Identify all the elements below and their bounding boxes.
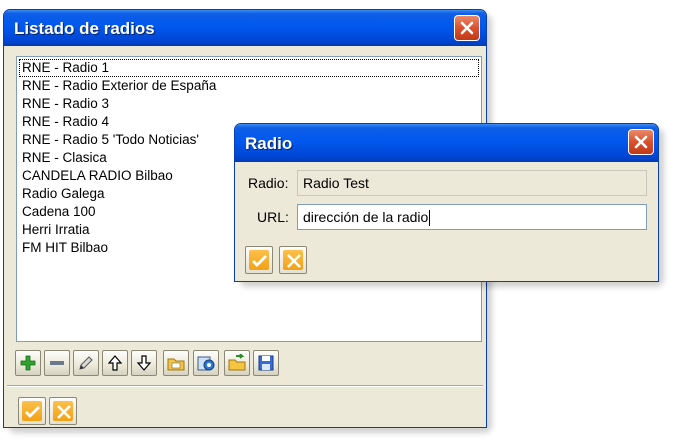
open-folder-button[interactable]: [163, 350, 189, 376]
cross-icon: [287, 254, 301, 268]
radio-list-item[interactable]: RNE - Radio 3: [17, 95, 481, 113]
import-button[interactable]: [193, 350, 219, 376]
add-icon: [20, 355, 36, 371]
check-icon: [252, 255, 267, 267]
dialog-accept-button[interactable]: [245, 246, 273, 274]
title-bar[interactable]: Listado de radios: [4, 10, 486, 46]
accept-button[interactable]: [18, 397, 46, 425]
dialog-title: Radio: [245, 134, 293, 153]
window-title: Listado de radios: [14, 19, 155, 38]
move-up-button[interactable]: [102, 350, 128, 376]
radio-list-item[interactable]: RNE - Radio 1: [19, 59, 479, 77]
close-button[interactable]: [454, 15, 480, 41]
export-icon: [228, 354, 246, 371]
radio-list-item[interactable]: RNE - Radio Exterior de España: [17, 77, 481, 95]
cancel-button[interactable]: [49, 397, 77, 425]
remove-icon: [50, 361, 64, 365]
arrow-down-icon: [136, 355, 152, 371]
close-icon: [460, 21, 474, 35]
export-button[interactable]: [224, 350, 250, 376]
remove-button[interactable]: [44, 350, 70, 376]
dialog-close-button[interactable]: [628, 129, 654, 155]
url-label: URL:: [257, 209, 289, 225]
save-icon: [258, 355, 274, 371]
url-value: dirección de la radio: [303, 209, 429, 225]
save-button[interactable]: [253, 350, 279, 376]
add-button[interactable]: [15, 350, 41, 376]
import-icon: [197, 356, 215, 371]
arrow-up-icon: [107, 355, 123, 371]
dialog-cancel-button[interactable]: [279, 246, 307, 274]
cross-icon: [57, 405, 71, 419]
radio-name-field: Radio Test: [297, 170, 647, 196]
edit-icon: [79, 356, 93, 370]
open-folder-icon: [167, 358, 185, 371]
text-caret: [429, 210, 431, 227]
check-icon: [25, 406, 40, 418]
radio-edit-dialog: Radio Radio: Radio Test URL: dirección d…: [234, 123, 659, 282]
dialog-title-bar[interactable]: Radio: [235, 124, 658, 162]
close-icon: [634, 135, 648, 149]
bottom-divider: [7, 385, 483, 387]
edit-button[interactable]: [73, 350, 99, 376]
radio-name-label: Radio:: [248, 175, 289, 191]
radio-name-value: Radio Test: [303, 175, 369, 191]
move-down-button[interactable]: [131, 350, 157, 376]
url-input[interactable]: dirección de la radio: [297, 204, 647, 230]
